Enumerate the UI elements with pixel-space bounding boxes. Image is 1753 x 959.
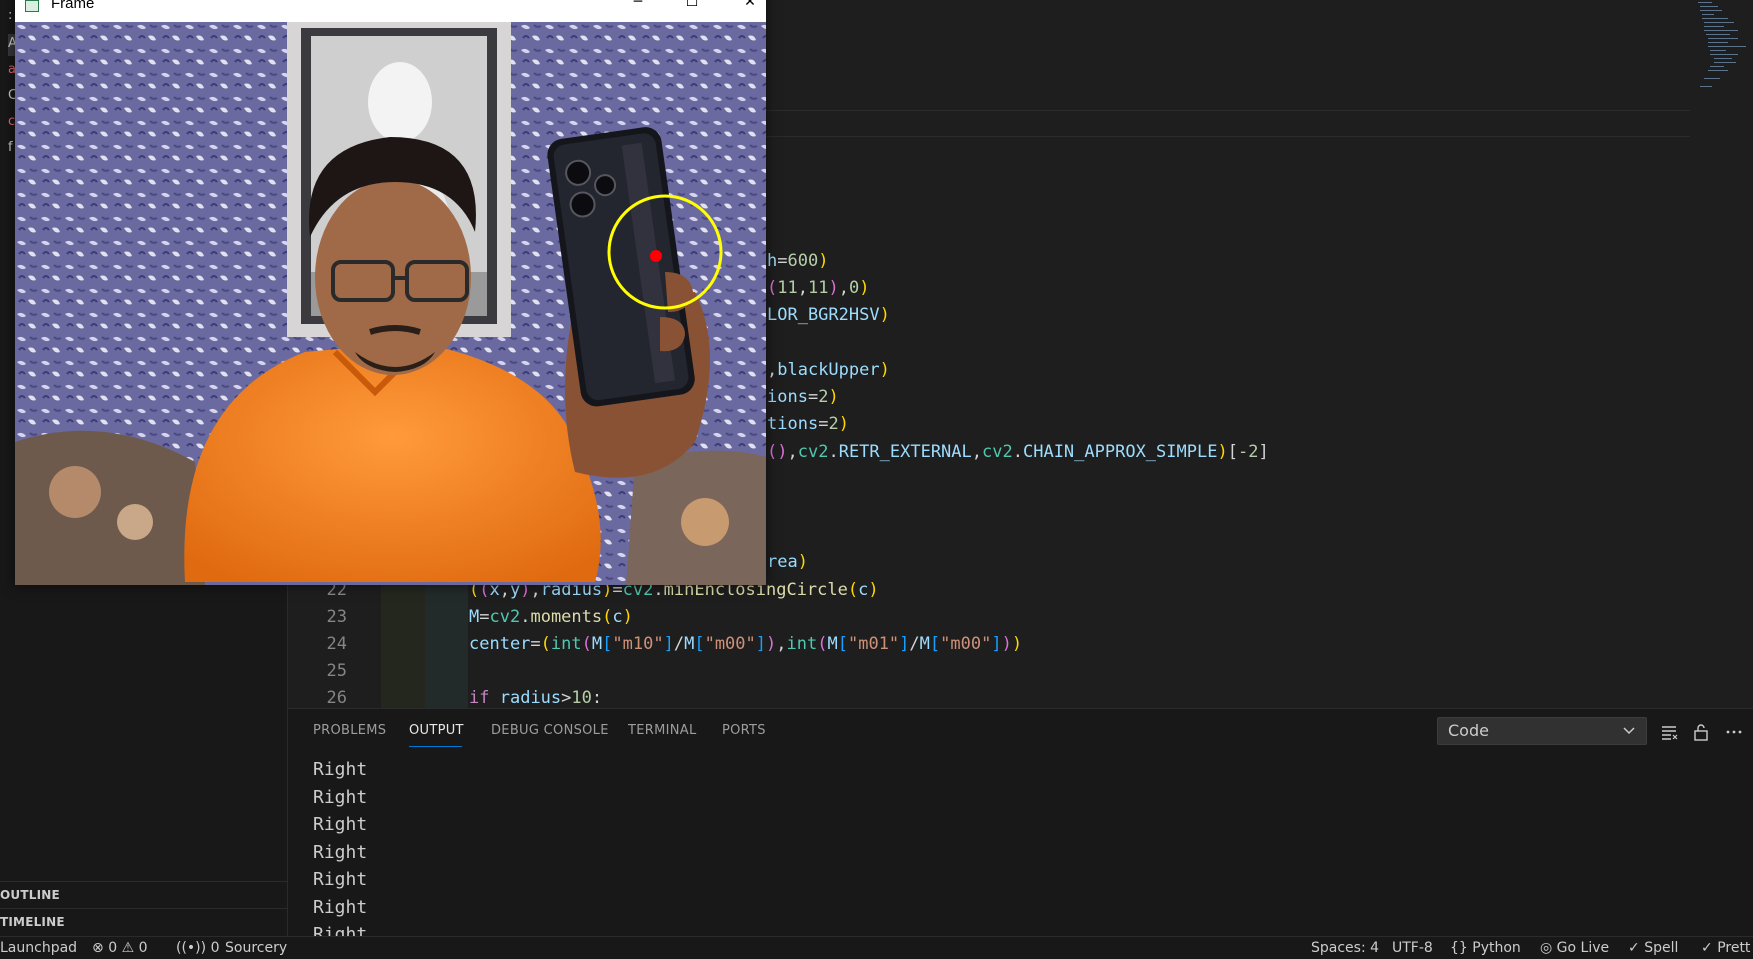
ports-count: 0: [210, 940, 220, 956]
webcam-frame-image: [15, 22, 766, 585]
prettier-label: Prett: [1717, 940, 1751, 956]
output-line: Right: [313, 842, 368, 863]
tab-problems[interactable]: PROBLEMS: [313, 723, 386, 738]
output-line: Right: [313, 759, 368, 780]
status-ports[interactable]: ((•)) 0: [176, 940, 219, 956]
golive-label: Go Live: [1556, 940, 1610, 956]
lock-scroll-icon[interactable]: [1692, 723, 1710, 741]
indent-guide-block: [381, 585, 425, 708]
indent-guide-block: [425, 585, 468, 708]
sidebar-partial-item[interactable]: :: [8, 8, 12, 23]
window-app-icon: [25, 0, 39, 12]
line-number: 23: [326, 607, 347, 627]
error-icon: ⊗: [92, 940, 104, 956]
code-line[interactable]: (),cv2.RETR_EXTERNAL,cv2.CHAIN_APPROX_SI…: [767, 439, 1269, 466]
code-line[interactable]: center=(int(M["m10"]/M["m00"]),int(M["m0…: [469, 631, 1022, 658]
maximize-button[interactable]: ☐: [669, 0, 715, 16]
output-line: Right: [313, 814, 368, 835]
output-channel-value: Code: [1448, 721, 1489, 740]
editor-divider: [766, 136, 1690, 137]
warning-icon: ⚠: [121, 940, 135, 956]
sidebar-partial-item[interactable]: f: [8, 140, 13, 155]
minimap[interactable]: [1690, 0, 1753, 100]
bottom-panel: PROBLEMS OUTPUT DEBUG CONSOLE TERMINAL P…: [288, 708, 1753, 937]
tab-terminal[interactable]: TERMINAL: [628, 723, 697, 738]
chevron-down-icon: [1622, 718, 1636, 753]
code-line[interactable]: M=cv2.moments(c): [469, 604, 633, 631]
code-line[interactable]: (11,11),0): [767, 275, 869, 302]
check-icon: ✓: [1628, 940, 1640, 956]
status-bar: Launchpad ⊗ 0 ⚠ 0 ((•)) 0 Sourcery Space…: [0, 936, 1753, 959]
code-line[interactable]: ,blackUpper): [767, 357, 890, 384]
active-tab-indicator: [409, 746, 462, 747]
warning-count: 0: [138, 940, 148, 956]
frame-title: Frame: [51, 0, 95, 12]
tab-debug-console[interactable]: DEBUG CONSOLE: [491, 723, 609, 738]
more-actions-icon[interactable]: [1725, 723, 1743, 741]
status-indentation[interactable]: Spaces: 4: [1311, 940, 1379, 956]
tab-output[interactable]: OUTPUT: [409, 723, 464, 738]
code-line[interactable]: LOR_BGR2HSV): [767, 302, 890, 329]
error-count: 0: [108, 940, 118, 956]
status-problems[interactable]: ⊗ 0 ⚠ 0: [92, 940, 148, 956]
double-check-icon: ✓: [1701, 940, 1713, 956]
broadcast-icon: ((•)): [176, 940, 207, 956]
status-spell[interactable]: ✓ Spell: [1628, 940, 1678, 956]
timeline-label: TIMELINE: [0, 915, 65, 929]
language-label: Python: [1472, 940, 1521, 956]
outline-section-header[interactable]: OUTLINE: [0, 881, 287, 908]
close-button[interactable]: ✕: [727, 0, 773, 16]
line-number: 25: [326, 661, 347, 681]
line-number: 24: [326, 634, 347, 654]
status-sourcery[interactable]: Sourcery: [225, 940, 287, 956]
output-line: Right: [313, 869, 368, 890]
broadcast-icon: ◎: [1540, 940, 1553, 956]
status-golive[interactable]: ◎ Go Live: [1540, 940, 1609, 956]
timeline-section-header[interactable]: TIMELINE: [0, 908, 287, 935]
editor-divider: [766, 110, 1690, 111]
status-language[interactable]: {} Python: [1450, 940, 1521, 956]
minimize-button[interactable]: ─: [615, 0, 661, 16]
output-channel-select[interactable]: Code: [1437, 717, 1647, 745]
spell-label: Spell: [1644, 940, 1679, 956]
frame-window[interactable]: Frame ─ ☐ ✕: [15, 0, 766, 585]
outline-label: OUTLINE: [0, 888, 60, 902]
status-prettier[interactable]: ✓ Prett: [1701, 940, 1750, 956]
status-encoding[interactable]: UTF-8: [1392, 940, 1433, 956]
frame-titlebar[interactable]: Frame ─ ☐ ✕: [15, 0, 766, 22]
code-line[interactable]: ions=2): [767, 384, 839, 411]
code-line[interactable]: rea): [767, 549, 808, 576]
status-launchpad[interactable]: Launchpad: [0, 940, 77, 956]
code-line[interactable]: h=600): [767, 248, 828, 275]
braces-icon: {}: [1450, 940, 1468, 956]
code-line[interactable]: tions=2): [767, 411, 849, 438]
output-line: Right: [313, 897, 368, 918]
webcam-scene: [15, 22, 766, 585]
tab-ports[interactable]: PORTS: [722, 723, 766, 738]
output-line: Right: [313, 787, 368, 808]
clear-output-icon[interactable]: [1660, 723, 1678, 741]
detection-center-dot: [650, 250, 662, 262]
